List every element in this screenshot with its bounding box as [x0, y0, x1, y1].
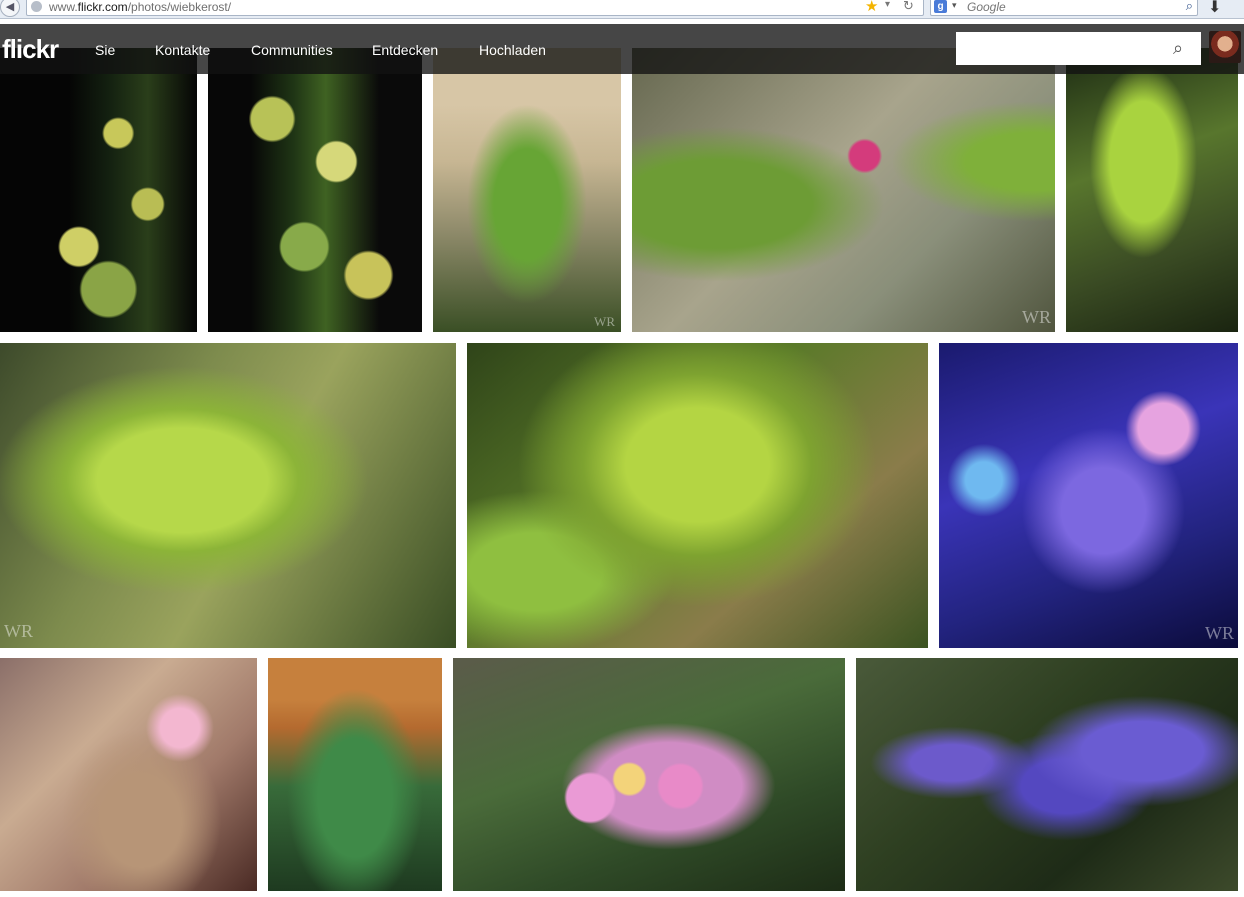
url-prefix: www. — [49, 0, 78, 14]
globe-icon — [31, 1, 42, 12]
flickr-logo[interactable]: flickr — [2, 34, 59, 64]
photo-tile[interactable]: WR — [433, 48, 621, 332]
star-icon[interactable]: ★ — [865, 0, 878, 15]
nav-kontakte[interactable]: Kontakte — [155, 42, 210, 58]
browser-search-box[interactable]: g ▾ Google ⌕ — [930, 0, 1198, 16]
page-bottom-edge — [0, 891, 1244, 897]
url-text: www.flickr.com/photos/wiebkerost/ — [49, 0, 231, 14]
nav-entdecken[interactable]: Entdecken — [372, 42, 438, 58]
photo-tile[interactable]: WR — [632, 48, 1055, 332]
reload-icon[interactable]: ↻ — [903, 0, 914, 14]
watermark: WR — [1022, 307, 1051, 327]
nav-hochladen[interactable]: Hochladen — [479, 42, 546, 58]
download-icon[interactable]: ⬇ — [1208, 0, 1221, 17]
photo-tile[interactable]: WR — [939, 343, 1238, 648]
chevron-down-icon[interactable]: ▾ — [952, 0, 957, 11]
search-icon[interactable]: ⌕ — [1186, 0, 1193, 14]
url-domain: flickr.com — [77, 0, 128, 14]
avatar[interactable] — [1209, 31, 1241, 63]
photo-tile[interactable] — [0, 48, 197, 332]
dropdown-icon[interactable]: ▾ — [885, 0, 890, 10]
url-path: /photos/wiebkerost/ — [127, 0, 232, 14]
nav-sie[interactable]: Sie — [95, 42, 115, 58]
watermark: WR — [594, 314, 615, 329]
google-icon[interactable]: g — [934, 0, 947, 13]
watermark: WR — [4, 621, 33, 641]
photo-tile[interactable] — [856, 658, 1238, 891]
photo-tile[interactable] — [0, 658, 257, 891]
photo-tile[interactable]: WR — [0, 343, 456, 648]
photo-tile[interactable] — [268, 658, 442, 891]
nav-communities[interactable]: Communities — [251, 42, 333, 58]
photo-tile[interactable] — [208, 48, 422, 332]
photo-tile[interactable] — [467, 343, 928, 648]
flickr-top-nav: flickr Sie Kontakte Communities Entdecke… — [0, 24, 1244, 74]
search-input[interactable] — [956, 32, 1201, 65]
photo-tile[interactable] — [453, 658, 845, 891]
address-bar[interactable]: www.flickr.com/photos/wiebkerost/ ★ ▾ ↻ — [26, 0, 924, 16]
browser-toolbar: ◀ www.flickr.com/photos/wiebkerost/ ★ ▾ … — [0, 0, 1244, 19]
back-icon[interactable]: ◀ — [0, 0, 20, 17]
search-icon[interactable]: ⌕ — [1173, 38, 1183, 59]
browser-search-placeholder: Google — [967, 0, 1006, 14]
watermark: WR — [1205, 623, 1234, 643]
photo-tile[interactable] — [1066, 48, 1238, 332]
